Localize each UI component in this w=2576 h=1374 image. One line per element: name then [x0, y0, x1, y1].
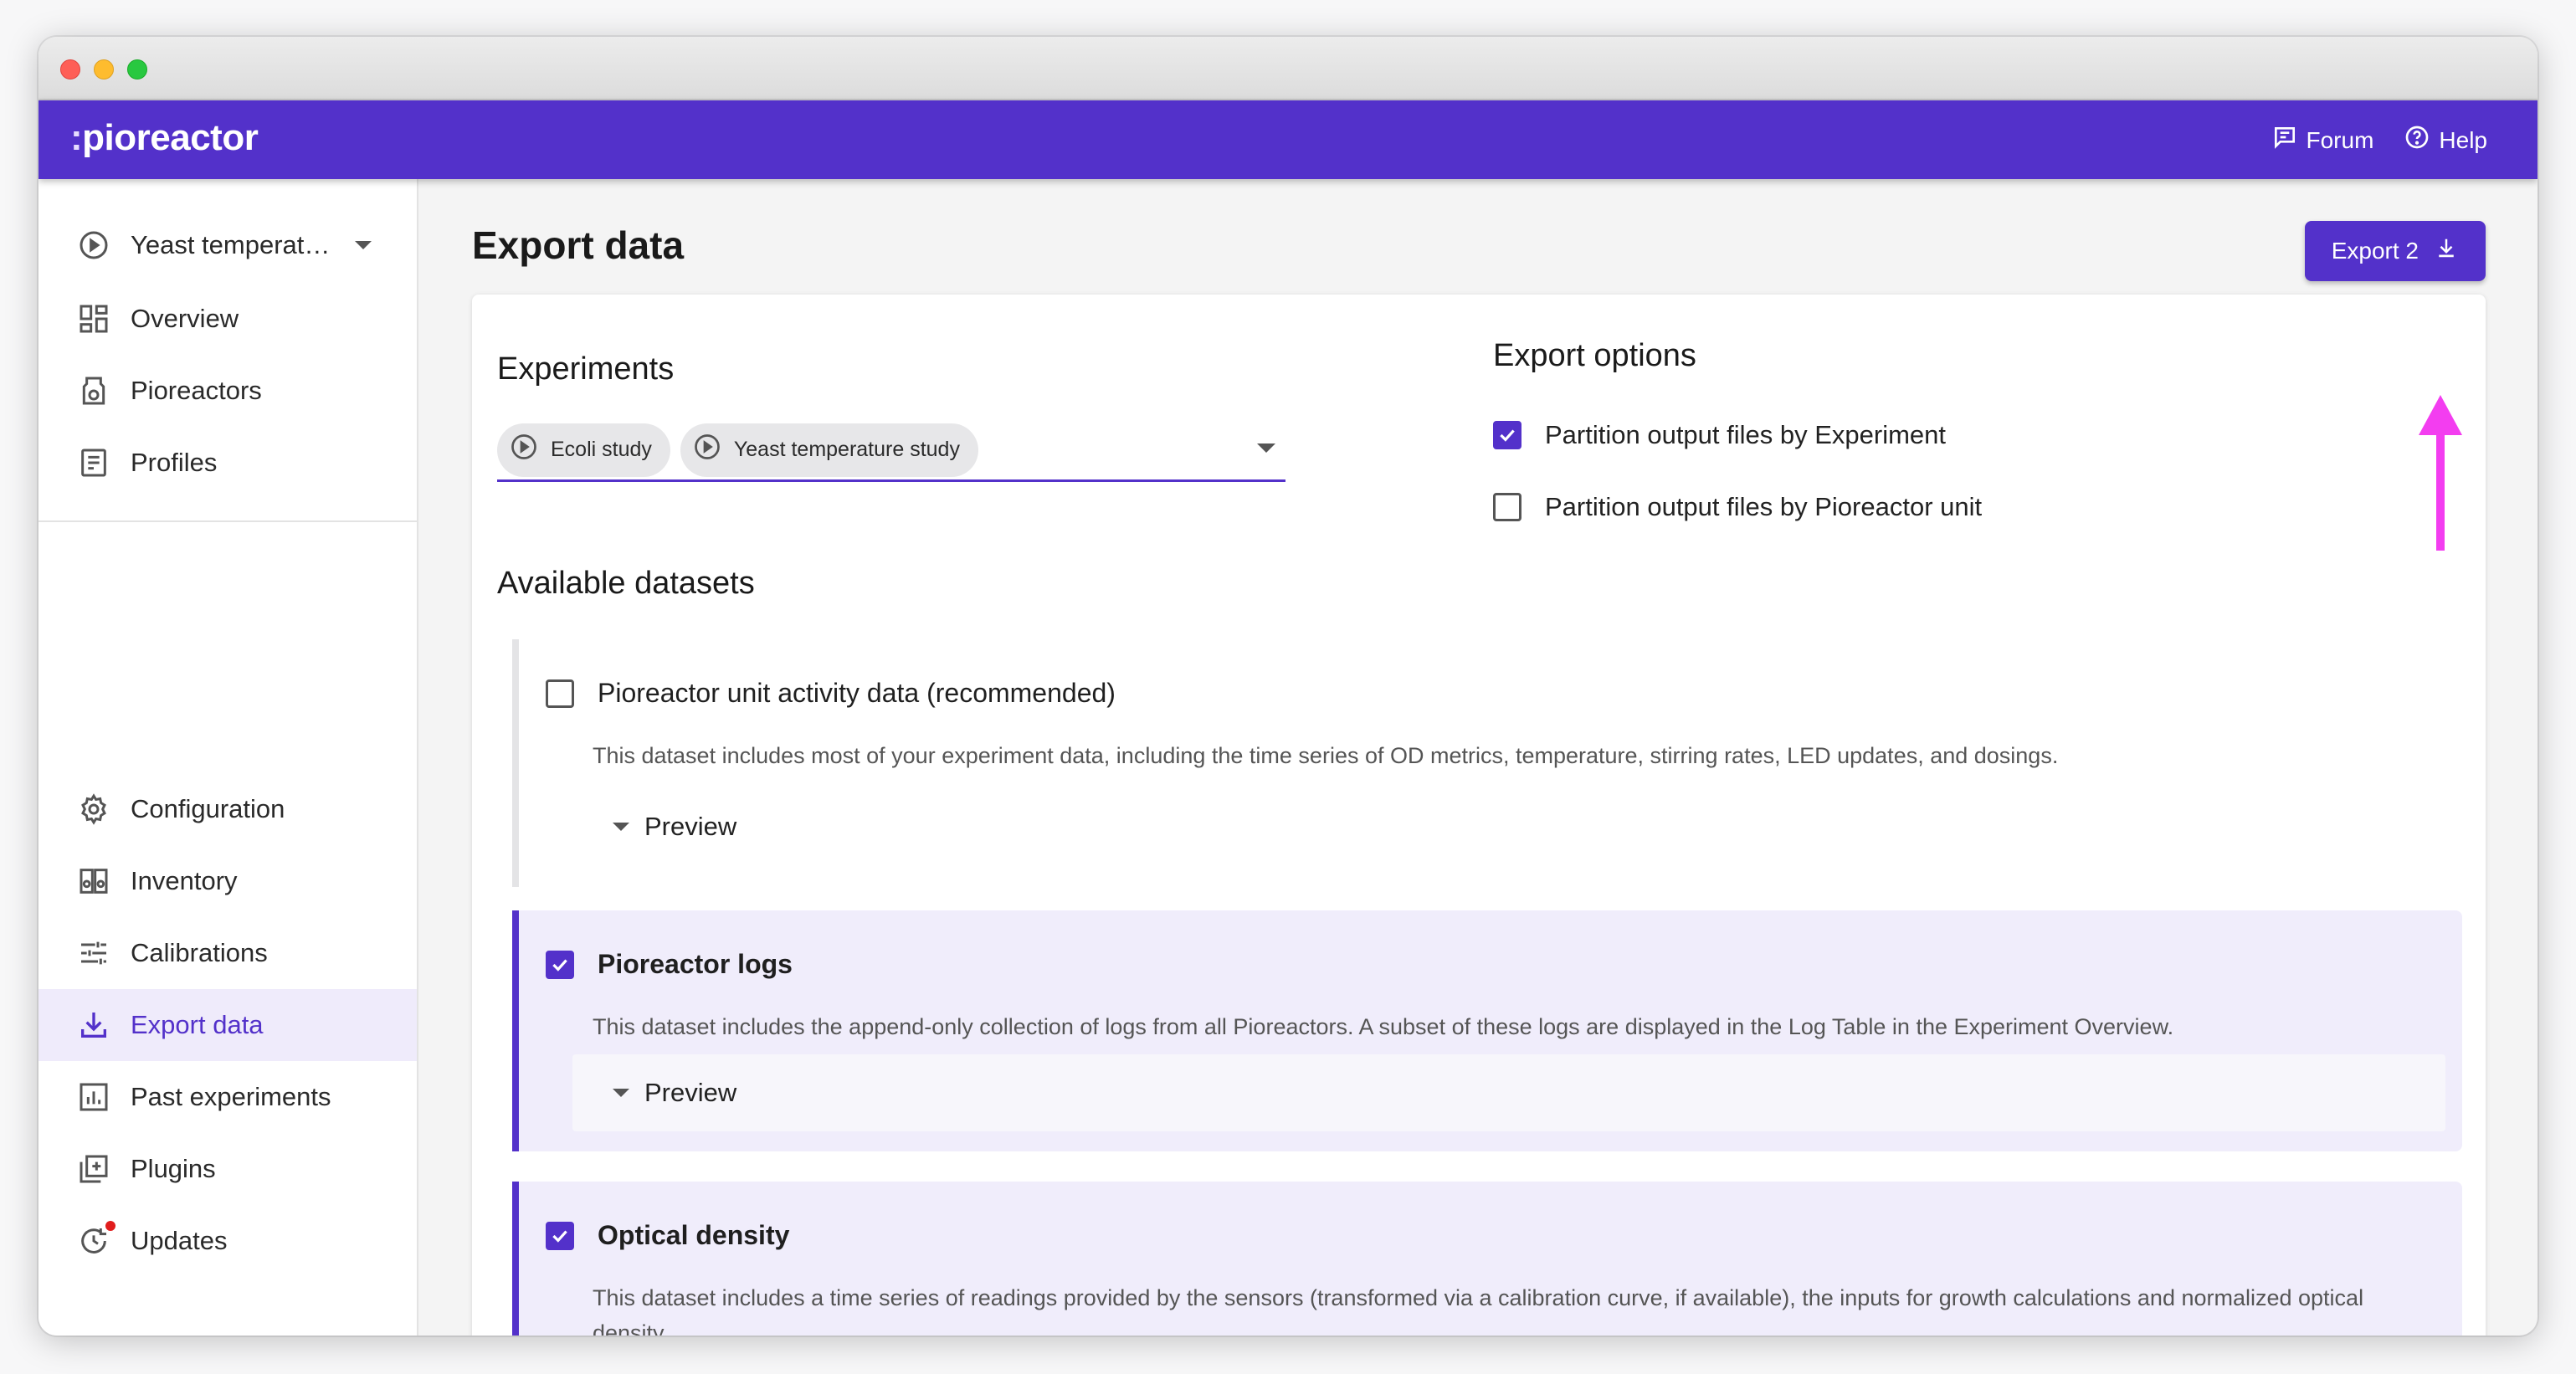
available-datasets-heading: Available datasets — [497, 566, 755, 601]
partition-by-experiment-option[interactable]: Partition output files by Experiment — [1493, 420, 1946, 450]
partition-by-experiment-checkbox[interactable] — [1493, 421, 1521, 449]
play-circle-icon — [75, 227, 112, 264]
forum-icon — [2271, 124, 2298, 156]
experiments-heading: Experiments — [497, 351, 675, 387]
caret-down-icon — [613, 1089, 629, 1097]
bioreactor-icon — [75, 372, 112, 409]
experiment-selector[interactable]: Yeast temperat… — [38, 209, 417, 281]
dataset-title[interactable]: Optical density — [546, 1220, 789, 1251]
forum-link[interactable]: Forum — [2271, 124, 2373, 156]
sidebar-item-profiles[interactable]: Profiles — [38, 427, 417, 499]
partition-by-unit-checkbox[interactable] — [1493, 493, 1521, 521]
sidebar-item-configuration[interactable]: Configuration — [38, 773, 417, 845]
sidebar-item-overview[interactable]: Overview — [38, 283, 417, 355]
sidebar-item-past-experiments[interactable]: Past experiments — [38, 1061, 417, 1133]
annotation-arrow — [2419, 395, 2462, 551]
close-window-button[interactable] — [60, 59, 80, 79]
dataset-description: This dataset includes most of your exper… — [593, 743, 2059, 768]
partition-by-unit-option[interactable]: Partition output files by Pioreactor uni… — [1493, 492, 1982, 522]
sidebar: Yeast temperat… Overview Pioreactors Pro… — [38, 179, 418, 1336]
sidebar-item-calibrations[interactable]: Calibrations — [38, 917, 417, 989]
download-icon — [75, 1007, 112, 1043]
sidebar-item-export-data[interactable]: Export data — [38, 989, 417, 1061]
sidebar-divider — [38, 520, 417, 522]
notification-badge — [104, 1219, 117, 1233]
dataset-description: This dataset includes a time series of r… — [593, 1285, 2364, 1336]
sliders-icon — [75, 935, 112, 972]
experiment-chip[interactable]: Ecoli study — [497, 423, 670, 477]
download-icon — [2434, 236, 2459, 267]
export-button[interactable]: Export 2 — [2304, 221, 2486, 281]
gear-icon — [75, 791, 112, 828]
preview-toggle[interactable]: Preview — [572, 1054, 2445, 1131]
dataset-checkbox[interactable] — [546, 679, 574, 708]
help-link[interactable]: Help — [2404, 124, 2487, 156]
help-icon — [2404, 124, 2430, 156]
caret-down-icon — [613, 823, 629, 831]
sidebar-item-plugins[interactable]: Plugins — [38, 1133, 417, 1205]
minimize-window-button[interactable] — [94, 59, 114, 79]
dataset-activity-data: Pioreactor unit activity data (recommend… — [512, 639, 2462, 887]
play-circle-icon — [509, 432, 539, 468]
top-navigation: Forum Help — [2271, 124, 2487, 156]
chevron-down-icon[interactable] — [1257, 443, 1275, 453]
experiments-select[interactable]: Ecoli study Yeast temperature study — [497, 420, 1285, 482]
update-icon — [75, 1219, 117, 1259]
chevron-down-icon — [355, 241, 372, 249]
document-icon — [75, 444, 112, 481]
maximize-window-button[interactable] — [127, 59, 147, 79]
dataset-description: This dataset includes the append-only co… — [593, 1014, 2174, 1039]
inventory-icon — [75, 863, 112, 900]
dataset-optical-density: Optical density This dataset includes a … — [512, 1182, 2462, 1336]
dataset-pioreactor-logs: Pioreactor logs This dataset includes th… — [512, 910, 2462, 1151]
pioreactor-logo[interactable]: :pioreactor — [70, 117, 259, 159]
add-box-icon — [75, 1151, 112, 1187]
page-title: Export data — [472, 223, 685, 267]
main-content: Export data Export 2 Experiments Ecoli s… — [420, 179, 2538, 1336]
experiment-chip[interactable]: Yeast temperature study — [680, 423, 978, 477]
sidebar-item-updates[interactable]: Updates — [38, 1205, 417, 1277]
dashboard-icon — [75, 300, 112, 337]
dataset-title[interactable]: Pioreactor logs — [546, 949, 793, 980]
export-options-heading: Export options — [1493, 338, 1696, 373]
export-card: Experiments Ecoli study Yeast temperatur… — [472, 295, 2486, 1336]
dataset-checkbox[interactable] — [546, 950, 574, 979]
dataset-title[interactable]: Pioreactor unit activity data (recommend… — [546, 678, 1116, 709]
preview-toggle[interactable]: Preview — [572, 788, 736, 865]
app-header: :pioreactor Forum Help — [38, 100, 2538, 179]
sidebar-item-pioreactors[interactable]: Pioreactors — [38, 355, 417, 427]
play-circle-icon — [692, 432, 722, 468]
chart-icon — [75, 1079, 112, 1115]
sidebar-item-inventory[interactable]: Inventory — [38, 845, 417, 917]
dataset-checkbox[interactable] — [546, 1221, 574, 1250]
app-window: :pioreactor Forum Help Yeast temperat… O… — [38, 37, 2538, 1336]
window-titlebar — [38, 37, 2538, 100]
